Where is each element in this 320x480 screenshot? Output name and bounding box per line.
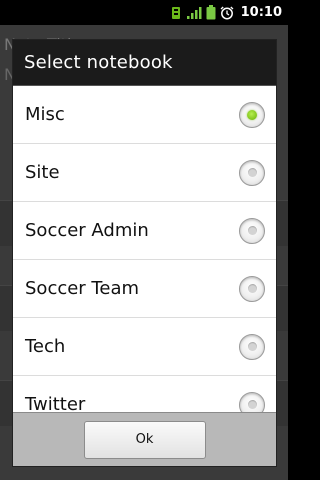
select-notebook-dialog: Select notebook Misc Site Soccer Admin S… [13,40,276,466]
radio-button[interactable] [239,333,265,360]
option-label: Misc [25,104,65,125]
notebook-option-tech[interactable]: Tech [13,318,276,376]
option-label: Soccer Admin [25,220,149,241]
radio-button[interactable] [239,217,265,244]
radio-indicator [247,400,257,409]
status-bar: 10:10 [0,0,288,25]
radio-button[interactable] [239,391,265,412]
battery-icon [206,5,216,20]
radio-button[interactable] [239,159,265,186]
option-label: Twitter [25,394,86,412]
notebook-option-site[interactable]: Site [13,144,276,202]
radio-indicator [247,168,257,177]
notebook-option-list[interactable]: Misc Site Soccer Admin Soccer Team Tech … [13,86,276,412]
ok-button[interactable]: Ok [83,420,206,459]
sync-icon [170,6,182,20]
notebook-option-soccer-team[interactable]: Soccer Team [13,260,276,318]
radio-indicator [247,342,257,351]
option-label: Site [25,162,60,183]
notebook-option-misc[interactable]: Misc [13,86,276,144]
radio-indicator [247,109,257,120]
notebook-option-soccer-admin[interactable]: Soccer Admin [13,202,276,260]
dialog-title: Select notebook [24,52,173,73]
status-clock: 10:10 [240,5,282,20]
radio-indicator [247,226,257,235]
dialog-footer: Ok [13,412,276,466]
option-label: Tech [25,336,66,357]
notebook-option-twitter[interactable]: Twitter [13,376,276,412]
option-label: Soccer Team [25,278,140,299]
signal-icon [186,6,202,20]
radio-button-selected[interactable] [239,101,265,128]
radio-button[interactable] [239,275,265,302]
alarm-icon [220,6,234,20]
dialog-header: Select notebook [13,40,276,86]
radio-indicator [247,284,257,293]
